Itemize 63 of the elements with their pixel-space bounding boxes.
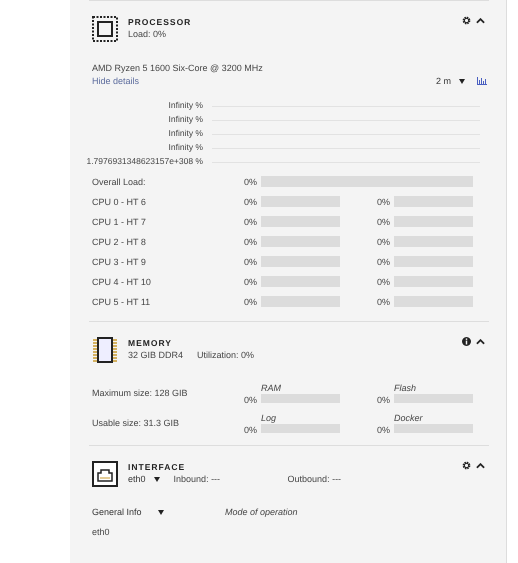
bar-caption: Docker [394,413,424,423]
overall-load-label: Overall Load: [92,176,147,186]
load-percentage: 0% [242,236,258,246]
interface-dropdown[interactable]: eth0 [128,474,160,484]
bar-caption: Log [261,413,278,423]
hide-details-link[interactable]: Hide details [92,76,140,86]
outbound-text: Outbound: --- [288,474,342,484]
history-value: Infinity % [168,142,203,152]
memory-size-label: Maximum size: 128 GIB [92,388,189,398]
info-icon[interactable] [462,337,471,346]
dropdown-icon [459,78,465,84]
load-percentage: 0% [376,196,391,206]
cpu-label: CPU 2 - HT 8 [92,236,147,246]
history-value: Infinity % [168,114,203,124]
usage-percentage: 0% [376,425,391,435]
bar-chart-icon[interactable] [477,77,487,85]
load-percentage: 0% [376,296,391,306]
cpu-label: CPU 3 - HT 9 [92,256,147,266]
history-value: Infinity % [168,128,203,138]
cpu-label: CPU 5 - HT 11 [92,296,152,306]
memory-type: 32 GIB DDR4 [128,350,184,360]
usage-percentage: 0% [242,425,258,435]
collapse-icon[interactable] [476,462,485,469]
load-percentage: 0% [242,276,258,286]
section-title: MEMORY [128,338,173,348]
bar-caption: RAM [261,383,282,393]
inbound-text: Inbound: --- [174,474,222,484]
load-percentage: 0% [376,276,391,286]
load-percentage: 0% [242,196,258,206]
load-percentage: 0% [376,256,391,266]
history-value: 1.7976931348623157e+308 % [85,156,203,166]
bar-caption: Flash [394,383,418,393]
dropdown-icon [154,476,160,482]
load-percentage: 0% [242,296,258,306]
history-value: Infinity % [168,100,203,110]
load-percentage: 0% [242,216,258,226]
load-text: Load: 0% [128,29,168,39]
load-percentage: 0% [242,176,258,186]
cpu-label: CPU 4 - HT 10 [92,276,152,286]
memory-size-label: Usable size: 31.3 GIB [92,418,180,428]
utilization-text: Utilization: 0% [197,350,254,360]
column-heading: Mode of operation [225,507,298,517]
settings-icon[interactable] [462,461,471,470]
cpu-chip-icon [92,16,118,42]
collapse-icon[interactable] [476,338,485,345]
usage-percentage: 0% [242,395,258,405]
dropdown-icon [158,510,164,514]
section-title: INTERFACE [128,462,186,472]
time-range-dropdown[interactable]: 2 m [436,76,465,86]
collapse-icon[interactable] [476,17,485,24]
section-title: PROCESSOR [128,17,192,27]
usage-percentage: 0% [376,395,391,405]
info-dropdown[interactable]: General Info [92,507,225,517]
load-percentage: 0% [376,216,391,226]
network-port-icon [92,461,118,487]
processor-model: AMD Ryzen 5 1600 Six-Core @ 3200 MHz [92,63,264,73]
settings-icon[interactable] [462,16,471,25]
interface-name: eth0 [92,527,111,537]
cpu-label: CPU 1 - HT 7 [92,216,147,226]
load-percentage: 0% [376,236,391,246]
memory-module-icon [92,337,118,363]
load-percentage: 0% [242,256,258,266]
cpu-label: CPU 0 - HT 6 [92,196,147,206]
